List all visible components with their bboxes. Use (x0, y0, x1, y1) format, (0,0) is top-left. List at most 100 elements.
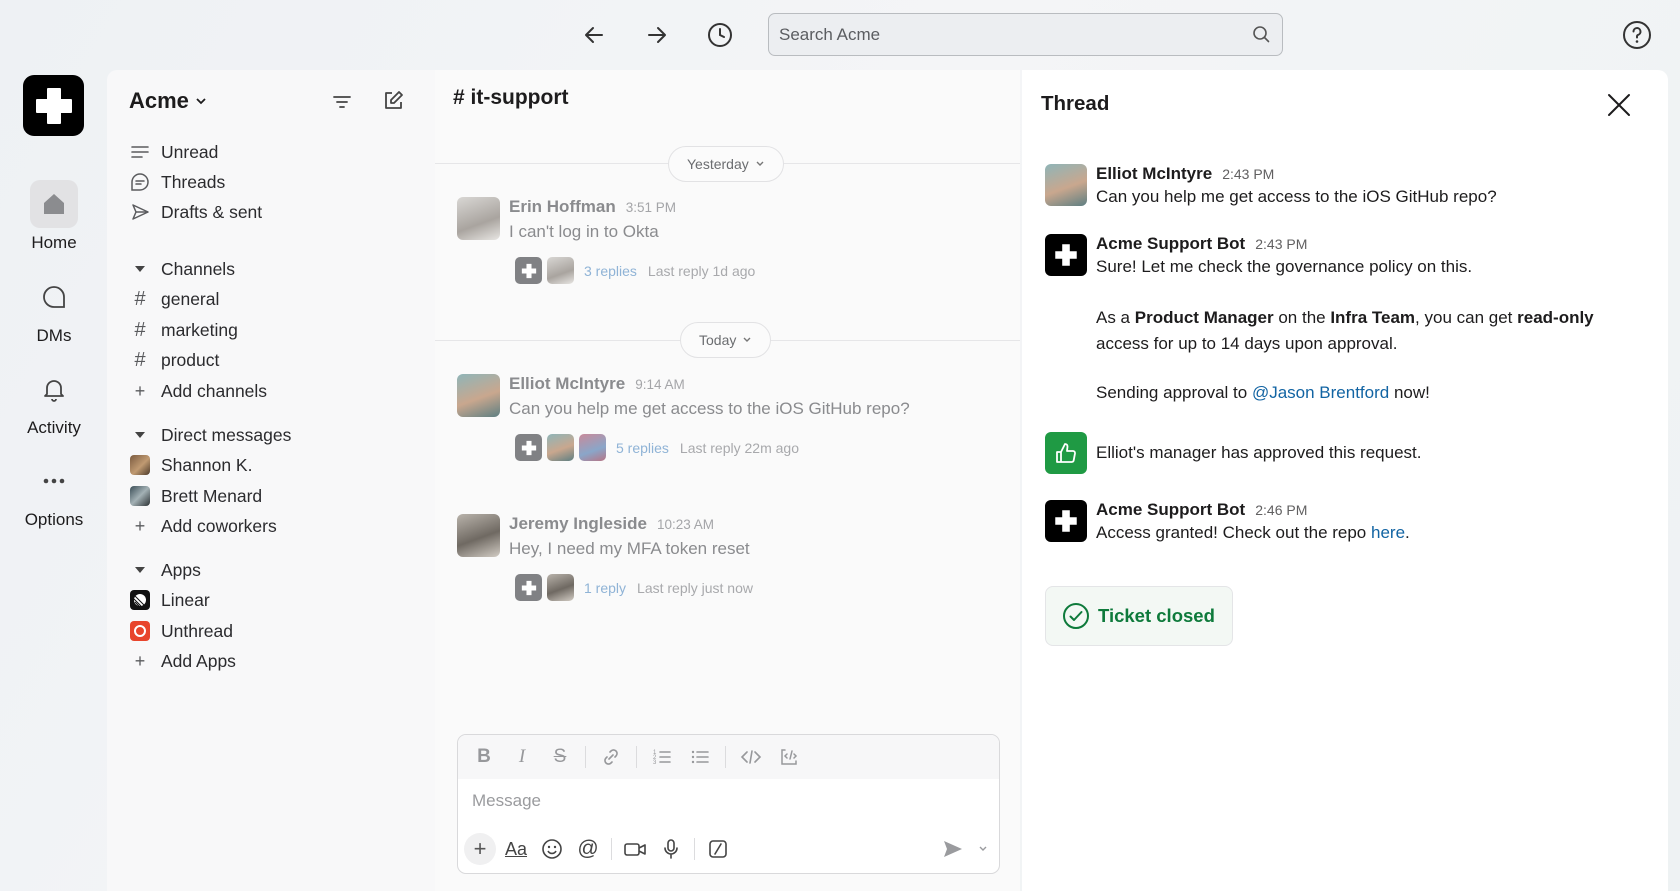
help-icon[interactable] (1620, 18, 1654, 52)
italic-icon[interactable]: I (506, 741, 538, 773)
date-divider-today[interactable]: Today (680, 322, 772, 358)
thread-message[interactable]: Acme Support Bot 2:46 PM Access granted! … (1045, 500, 1635, 550)
sidebar-item-general[interactable]: # general (129, 284, 219, 314)
slash-command-icon[interactable] (702, 833, 734, 865)
history-clock-icon[interactable] (704, 19, 736, 51)
date-divider-yesterday[interactable]: Yesterday (668, 146, 784, 182)
message-item[interactable]: Erin Hoffman 3:51 PM I can't log in to Ok… (457, 197, 1007, 284)
sidebar-item-shannon[interactable]: Shannon K. (129, 450, 252, 480)
add-channels-button[interactable]: + Add channels (129, 376, 267, 406)
reply-count-link[interactable]: 5 replies (616, 440, 669, 456)
microphone-icon[interactable] (655, 833, 687, 865)
message-text: access for up to 14 days upon approval. (1096, 334, 1398, 353)
send-icon (129, 202, 151, 222)
reply-count-link[interactable]: 3 replies (584, 263, 637, 279)
thread-message[interactable]: Acme Support Bot 2:43 PM Sure! Let me che… (1045, 234, 1635, 414)
search-bar[interactable] (768, 13, 1283, 56)
workspace-switcher[interactable]: Acme (129, 88, 207, 114)
author-name[interactable]: Jeremy Ingleside (509, 514, 647, 533)
workspace-name: Acme (129, 88, 189, 113)
message-text: I can't log in to Okta (509, 222, 659, 241)
sidebar-item-label: Unread (161, 141, 219, 162)
bot-avatar (1045, 500, 1087, 542)
send-icon[interactable] (937, 833, 969, 865)
sidebar-item-unthread[interactable]: Unthread (129, 616, 233, 646)
author-name[interactable]: Acme Support Bot (1096, 234, 1245, 253)
rail-label-dms: DMs (36, 326, 72, 345)
strikethrough-icon[interactable]: S (544, 741, 576, 773)
message-input-wrap[interactable] (472, 791, 952, 811)
mention-icon[interactable]: @ (572, 833, 604, 865)
sidebar-item-unread[interactable]: Unread (129, 137, 218, 167)
hash-icon: # (134, 318, 146, 341)
sidebar-item-linear[interactable]: Linear (129, 585, 210, 615)
message-item[interactable]: Jeremy Ingleside 10:23 AM Hey, I need my … (457, 514, 1007, 601)
add-apps-button[interactable]: + Add Apps (129, 646, 236, 676)
date-label: Today (699, 332, 737, 348)
workspace-logo[interactable] (23, 75, 84, 136)
plus-icon[interactable]: + (464, 833, 496, 865)
unread-icon (129, 144, 151, 160)
sidebar-item-label: Drafts & sent (161, 201, 263, 222)
apps-section-toggle[interactable]: Apps (129, 555, 201, 585)
chevron-down-icon[interactable] (973, 833, 993, 865)
video-icon[interactable] (619, 833, 651, 865)
avatar (1045, 164, 1087, 206)
dm-section-toggle[interactable]: Direct messages (129, 420, 291, 450)
thread-replies[interactable]: 1 reply Last reply just now (515, 574, 753, 601)
forward-arrow-icon[interactable] (641, 19, 673, 51)
bullet-list-icon[interactable] (684, 741, 716, 773)
add-coworkers-button[interactable]: + Add coworkers (129, 511, 277, 541)
emoji-icon[interactable] (536, 833, 568, 865)
message-item[interactable]: Elliot McIntyre 9:14 AM Can you help me g… (457, 374, 1007, 461)
author-name[interactable]: Elliot McIntyre (509, 374, 625, 393)
thread-replies[interactable]: 5 replies Last reply 22m ago (515, 434, 799, 461)
reply-count-link[interactable]: 1 reply (584, 580, 626, 596)
sidebar-item-drafts[interactable]: Drafts & sent (129, 197, 262, 227)
avatar (547, 434, 574, 461)
link-icon[interactable] (595, 741, 627, 773)
author-name[interactable]: Acme Support Bot (1096, 500, 1245, 519)
search-input[interactable] (779, 24, 1238, 45)
message-text: Can you help me get access to the iOS Gi… (509, 399, 910, 418)
rail-activity[interactable]: Activity (4, 365, 104, 438)
message-input[interactable] (472, 791, 952, 811)
dm-label: Shannon K. (161, 454, 253, 475)
sidebar-item-brett[interactable]: Brett Menard (129, 481, 262, 511)
add-channels-label: Add channels (161, 380, 268, 401)
date-label: Yesterday (687, 156, 749, 172)
author-name[interactable]: Erin Hoffman (509, 197, 616, 216)
search-icon[interactable] (1252, 25, 1270, 43)
rail-options[interactable]: Options (4, 457, 104, 530)
message-text: Sending approval to @Jason Brentford now… (1096, 383, 1430, 402)
avatar (130, 455, 150, 475)
channels-section-toggle[interactable]: Channels (129, 254, 235, 284)
bold-icon[interactable]: B (468, 741, 500, 773)
caret-down-icon (129, 565, 151, 575)
code-icon[interactable] (735, 741, 767, 773)
sidebar-item-product[interactable]: # product (129, 345, 219, 375)
text-format-icon[interactable]: Aa (500, 833, 532, 865)
compose-icon[interactable] (382, 90, 404, 112)
mention-link[interactable]: @Jason Brentford (1252, 383, 1389, 402)
filter-icon[interactable] (331, 91, 353, 113)
thread-replies[interactable]: 3 replies Last reply 1d ago (515, 257, 755, 284)
repo-link[interactable]: here (1371, 523, 1405, 542)
rail-home[interactable]: Home (4, 180, 104, 253)
bot-avatar (515, 574, 542, 601)
ordered-list-icon[interactable]: 123 (646, 741, 678, 773)
thread-message[interactable]: Elliot McIntyre 2:43 PM Can you help me g… (1045, 164, 1635, 214)
sidebar-item-threads[interactable]: Threads (129, 167, 225, 197)
code-block-icon[interactable] (773, 741, 805, 773)
message-text: Hey, I need my MFA token reset (509, 539, 750, 558)
last-reply: Last reply just now (637, 579, 753, 596)
rail-dms[interactable]: DMs (4, 273, 104, 346)
author-name[interactable]: Elliot McIntyre (1096, 164, 1212, 183)
message-time: 3:51 PM (625, 200, 677, 215)
channel-title: # it-support (453, 86, 569, 110)
back-arrow-icon[interactable] (578, 19, 610, 51)
close-icon[interactable] (1606, 92, 1632, 118)
bot-avatar (515, 434, 542, 461)
approval-notice: Elliot's manager has approved this reque… (1045, 432, 1635, 476)
sidebar-item-marketing[interactable]: # marketing (129, 315, 237, 345)
